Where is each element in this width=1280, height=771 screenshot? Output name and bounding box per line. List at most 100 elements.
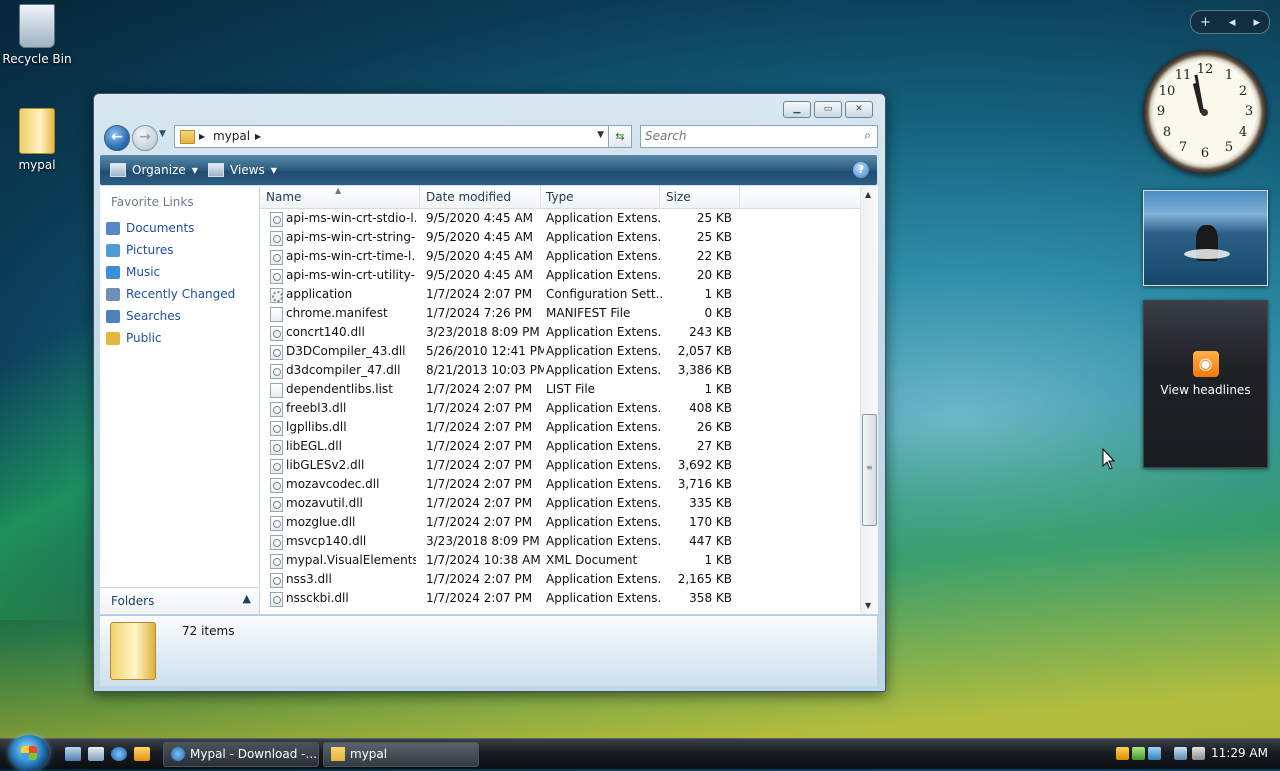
- file-row[interactable]: D3DCompiler_43.dll 5/26/2010 12:41 PM Appl…: [260, 342, 860, 361]
- file-row[interactable]: dependentlibs.list 1/7/2024 2:07 PM LIST F…: [260, 380, 860, 399]
- favorite-link-recently-changed[interactable]: Recently Changed: [106, 284, 235, 304]
- folders-toggle[interactable]: Folders ▲: [100, 587, 259, 614]
- file-row[interactable]: api-ms-win-crt-stdio-l... 9/5/2020 4:45 A…: [260, 209, 860, 228]
- favorite-link-pictures[interactable]: Pictures: [106, 240, 174, 260]
- file-size: 2,165 KB: [677, 572, 732, 586]
- chevron-up-icon[interactable]: ▲: [243, 592, 251, 605]
- switch-windows-icon[interactable]: [88, 747, 104, 761]
- item-count: 72 items: [182, 624, 235, 638]
- search-icon[interactable]: ⌕: [864, 128, 871, 143]
- file-row[interactable]: nssckbi.dll 1/7/2024 2:07 PM Application E…: [260, 589, 860, 608]
- file-row[interactable]: mypal.VisualElements... 1/7/2024 10:38 AM…: [260, 551, 860, 570]
- explorer-window: ▁ ▭ ✕ ← → ▼ ▸ mypal ▸ ▼ ⇆ ⌕ Organize ▼ V…: [93, 93, 886, 692]
- file-date: 9/5/2020 4:45 AM: [426, 268, 534, 282]
- breadcrumb-separator[interactable]: ▸: [199, 129, 205, 143]
- favorite-link-label: Documents: [126, 221, 195, 235]
- clock-number: 3: [1244, 104, 1254, 119]
- vertical-scrollbar[interactable]: ▲ ≡ ▼: [860, 186, 878, 614]
- scrollbar-thumb[interactable]: ≡: [862, 414, 877, 526]
- column-header-size[interactable]: Size: [660, 186, 740, 208]
- file-row[interactable]: api-ms-win-crt-string-... 9/5/2020 4:45 A…: [260, 228, 860, 247]
- file-row[interactable]: mozglue.dll 1/7/2024 2:07 PM Application E…: [260, 513, 860, 532]
- file-icon: [270, 383, 283, 398]
- column-header-date[interactable]: Date modified: [420, 186, 541, 208]
- checkmark-icon[interactable]: [1132, 747, 1145, 760]
- file-row[interactable]: api-ms-win-crt-time-l... 9/5/2020 4:45 AM…: [260, 247, 860, 266]
- file-row[interactable]: freebl3.dll 1/7/2024 2:07 PM Application E…: [260, 399, 860, 418]
- breadcrumb-mypal[interactable]: mypal: [213, 129, 250, 143]
- recent-pages-dropdown[interactable]: ▼: [159, 129, 166, 139]
- file-row[interactable]: application 1/7/2024 2:07 PM Configuration…: [260, 285, 860, 304]
- file-row[interactable]: libEGL.dll 1/7/2024 2:07 PM Application Ex…: [260, 437, 860, 456]
- search-input[interactable]: [641, 126, 849, 146]
- file-row[interactable]: msvcp140.dll 3/23/2018 8:09 PM Application…: [260, 532, 860, 551]
- file-row[interactable]: mozavcodec.dll 1/7/2024 2:07 PM Applicatio…: [260, 475, 860, 494]
- show-desktop-icon[interactable]: [65, 747, 81, 761]
- favorite-link-searches[interactable]: Searches: [106, 306, 181, 326]
- close-button[interactable]: ✕: [845, 101, 873, 118]
- minimize-button[interactable]: ▁: [783, 101, 811, 118]
- slideshow-gadget[interactable]: [1143, 190, 1268, 286]
- desktop-icon-mypal[interactable]: mypal: [0, 108, 77, 172]
- file-row[interactable]: api-ms-win-crt-utility-... 9/5/2020 4:45 …: [260, 266, 860, 285]
- file-row[interactable]: lgpllibs.dll 1/7/2024 2:07 PM Application …: [260, 418, 860, 437]
- file-row[interactable]: d3dcompiler_47.dll 8/21/2013 10:03 PM Appl…: [260, 361, 860, 380]
- search-box[interactable]: ⌕: [640, 125, 878, 148]
- column-header-name[interactable]: Name ▲: [260, 186, 420, 208]
- breadcrumb-separator[interactable]: ▸: [255, 129, 261, 143]
- feed-headlines-gadget[interactable]: ◉ View headlines: [1143, 300, 1268, 468]
- file-size: 1 KB: [704, 287, 732, 301]
- file-name: msvcp140.dll: [286, 534, 367, 548]
- file-name: chrome.manifest: [286, 306, 388, 320]
- desktop-icon-recycle-bin[interactable]: Recycle Bin: [0, 4, 77, 66]
- folder-icon: [110, 622, 156, 680]
- prev-gadget-button[interactable]: ◂: [1229, 15, 1236, 30]
- address-bar[interactable]: ▸ mypal ▸ ▼: [174, 125, 609, 148]
- taskbar-button-mypal-browser[interactable]: Mypal - Download -...: [163, 742, 319, 767]
- file-row[interactable]: chrome.manifest 1/7/2024 7:26 PM MANIFEST …: [260, 304, 860, 323]
- scroll-up-icon[interactable]: ▲: [865, 190, 871, 199]
- clock-number: 6: [1200, 146, 1210, 161]
- refresh-button[interactable]: ⇆: [608, 125, 632, 148]
- file-row[interactable]: mozavutil.dll 1/7/2024 2:07 PM Application…: [260, 494, 860, 513]
- clock-gadget[interactable]: 12 1 2 3 4 5 6 7 8 9 10 11: [1143, 50, 1267, 174]
- security-shield-icon[interactable]: [1116, 747, 1129, 760]
- favorite-link-public[interactable]: Public: [106, 328, 162, 348]
- file-icon: [270, 459, 283, 474]
- recycle-bin-icon: [19, 4, 55, 48]
- taskbar-button-mypal-folder[interactable]: mypal: [323, 742, 479, 767]
- taskbar-clock[interactable]: 11:29 AM: [1211, 746, 1268, 760]
- volume-muted-icon[interactable]: [1192, 747, 1205, 760]
- file-name: mozavutil.dll: [286, 496, 363, 510]
- forward-button[interactable]: →: [132, 125, 158, 151]
- scroll-down-icon[interactable]: ▼: [865, 601, 871, 610]
- folder-icon: [331, 747, 345, 761]
- file-date: 1/7/2024 2:07 PM: [426, 591, 533, 605]
- organize-button[interactable]: Organize ▼: [110, 163, 198, 177]
- favorite-link-documents[interactable]: Documents: [106, 218, 194, 238]
- next-gadget-button[interactable]: ▸: [1253, 15, 1260, 30]
- favorite-link-label: Public: [126, 331, 162, 345]
- maximize-button[interactable]: ▭: [814, 101, 842, 118]
- windows-update-icon[interactable]: [1148, 747, 1161, 760]
- file-row[interactable]: concrt140.dll 3/23/2018 8:09 PM Applicatio…: [260, 323, 860, 342]
- back-button[interactable]: ←: [104, 125, 130, 151]
- file-row[interactable]: libGLESv2.dll 1/7/2024 2:07 PM Application…: [260, 456, 860, 475]
- file-name: nssckbi.dll: [286, 591, 349, 605]
- add-gadget-button[interactable]: +: [1200, 15, 1211, 30]
- file-size: 26 KB: [696, 420, 732, 434]
- file-name: api-ms-win-crt-time-l...: [286, 249, 416, 263]
- views-button[interactable]: Views ▼: [208, 163, 277, 177]
- file-size: 25 KB: [696, 211, 732, 225]
- file-row[interactable]: nss3.dll 1/7/2024 2:07 PM Application Exte…: [260, 570, 860, 589]
- internet-explorer-icon[interactable]: [111, 747, 127, 761]
- file-icon: [270, 231, 283, 246]
- network-icon[interactable]: [1174, 747, 1187, 760]
- address-dropdown-icon[interactable]: ▼: [597, 130, 604, 140]
- column-header-type[interactable]: Type: [540, 186, 660, 208]
- favorite-link-music[interactable]: Music: [106, 262, 160, 282]
- command-bar: Organize ▼ Views ▼ ?: [100, 155, 877, 185]
- start-button[interactable]: [9, 735, 49, 771]
- help-button[interactable]: ?: [853, 162, 869, 178]
- media-player-icon[interactable]: [134, 747, 150, 761]
